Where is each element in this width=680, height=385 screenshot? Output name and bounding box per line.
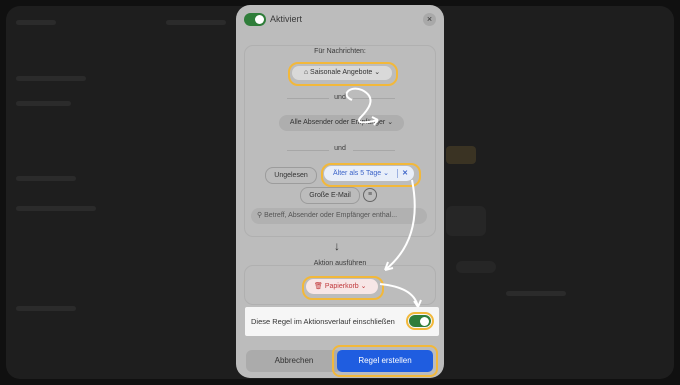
and-label: und [334,94,346,101]
bg-line [16,101,71,106]
conditions-panel: Für Nachrichten: ⌂ Saisonale Angebote ⌄ … [244,45,436,237]
trash-icon: 🗑 [314,283,323,290]
cancel-button[interactable]: Abbrechen [246,350,342,372]
bg-line [16,176,76,181]
bg-line [16,206,96,211]
bg-line [506,291,566,296]
chip-separator [397,169,398,178]
include-toggle-highlight [406,312,434,330]
chevron-down-icon: ⌄ [374,69,381,76]
dialog-header: Aktiviert × [236,5,444,35]
close-icon: × [426,14,433,24]
category-chip-label: Saisonale Angebote [310,69,373,76]
search-input[interactable]: ⚲ Betreff, Absender oder Empfänger entha… [251,208,427,224]
age-chip-label: Älter als 5 Tage [333,170,382,177]
create-highlight: Regel erstellen [332,345,438,377]
arrow-down-icon: ↓ [334,239,340,253]
tag-icon: ⌂ [303,69,309,76]
create-rule-button[interactable]: Regel erstellen [337,350,433,372]
chevron-down-icon: ⌄ [360,283,367,290]
bg-blob [446,206,486,236]
bg-line [16,76,86,81]
category-chip[interactable]: ⌂ Saisonale Angebote ⌄ [292,66,392,80]
bg-blob [456,261,496,273]
close-button[interactable]: × [423,13,436,26]
filter-icon[interactable]: ≡ [363,188,377,202]
large-mail-chip[interactable]: Große E-Mail [300,187,360,204]
rule-status-label: Aktiviert [270,14,303,24]
bg-line [16,20,56,25]
trash-chip[interactable]: 🗑 Papierkorb ⌄ [306,279,378,294]
bg-line [166,20,226,25]
remove-condition-icon[interactable]: ✕ [402,166,408,181]
include-history-label: Diese Regel im Aktionsverlauf einschließ… [251,317,395,326]
conditions-label: Für Nachrichten: [314,48,366,55]
action-panel: 🗑 Papierkorb ⌄ [244,265,436,305]
trash-chip-label: Papierkorb [324,283,359,290]
sender-chip[interactable]: Alle Absender oder Empfänger ⌄ [279,115,404,131]
unread-chip[interactable]: Ungelesen [265,167,317,184]
divider [353,150,395,151]
and-label: und [334,145,346,152]
chevron-down-icon: ⌄ [387,119,394,126]
age-chip[interactable]: Älter als 5 Tage ⌄ ✕ [324,166,414,181]
screen: Aktiviert × Für Nachrichten: ⌂ Saisonale… [0,0,680,385]
include-history-row: Diese Regel im Aktionsverlauf einschließ… [245,307,439,336]
divider [353,98,395,99]
sender-chip-label: Alle Absender oder Empfänger [289,119,386,126]
rule-active-toggle[interactable] [244,13,266,26]
bg-highlight [446,146,476,164]
chevron-down-icon: ⌄ [383,170,389,177]
bg-line [16,306,76,311]
include-history-toggle[interactable] [409,315,431,327]
search-placeholder: Betreff, Absender oder Empfänger enthal.… [264,212,398,219]
search-icon: ⚲ [257,212,263,219]
